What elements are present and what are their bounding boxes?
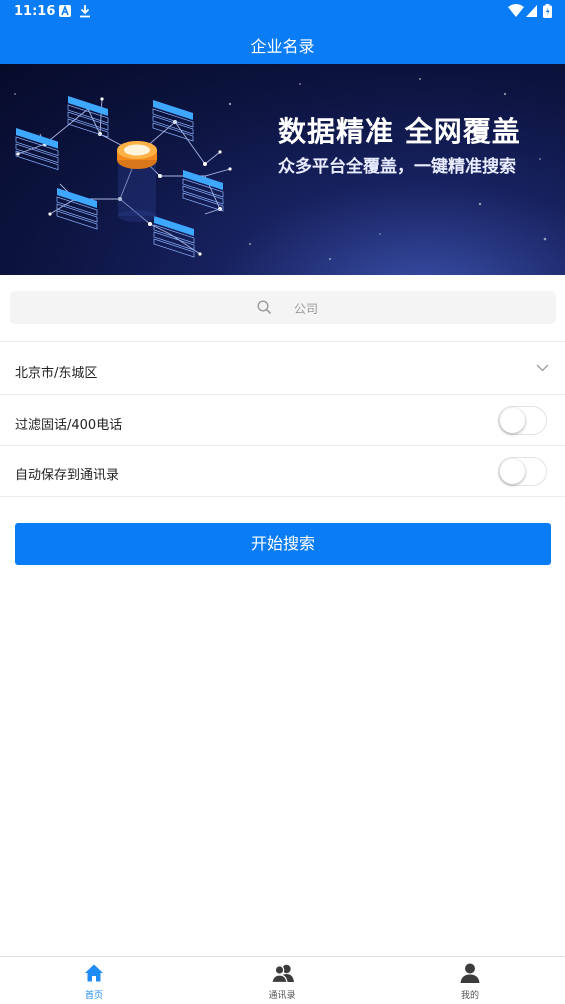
autosave-contacts-toggle[interactable] [498, 457, 547, 486]
app-notification-icon [59, 4, 71, 17]
divider [0, 496, 565, 497]
filter-landline-row: 过滤固话/400电话 [0, 395, 565, 445]
tab-contacts-label: 通讯录 [268, 991, 296, 1001]
chevron-down-icon [536, 364, 549, 372]
filter-landline-toggle[interactable] [498, 406, 547, 435]
search-placeholder: 公司 [294, 302, 319, 316]
search-icon [257, 300, 272, 315]
tab-profile-label: 我的 [460, 991, 479, 1001]
toggle-knob [500, 408, 525, 433]
promo-banner: 数据精准 全网覆盖 众多平台全覆盖，一键精准搜索 [0, 64, 565, 275]
tab-home[interactable]: 首页 [34, 957, 154, 1004]
wifi-icon [508, 4, 524, 17]
toggle-knob [500, 459, 525, 484]
home-icon [85, 964, 103, 982]
status-bar: 11:16 [0, 0, 565, 24]
banner-headline: 数据精准 全网覆盖 [278, 115, 521, 148]
bottom-tab-bar: 首页 通讯录 我的 [0, 956, 565, 1004]
region-selector[interactable]: 北京市/东城区 [0, 342, 565, 394]
region-value: 北京市/东城区 [15, 366, 98, 381]
download-icon [80, 5, 90, 18]
search-input[interactable]: 公司 [10, 291, 556, 324]
signal-icon [526, 5, 537, 17]
person-icon [460, 963, 480, 983]
contacts-icon [272, 964, 294, 983]
battery-icon [543, 4, 552, 18]
tab-profile[interactable]: 我的 [410, 957, 530, 1004]
tab-contacts[interactable]: 通讯录 [222, 957, 342, 1004]
status-time: 11:16 [14, 4, 56, 19]
start-search-button[interactable]: 开始搜索 [15, 523, 551, 565]
tab-home-label: 首页 [84, 991, 103, 1001]
page-title: 企业名录 [250, 37, 315, 56]
banner-subline: 众多平台全覆盖，一键精准搜索 [278, 157, 516, 177]
autosave-contacts-label: 自动保存到通讯录 [15, 468, 120, 483]
autosave-contacts-row: 自动保存到通讯录 [0, 446, 565, 496]
filter-landline-label: 过滤固话/400电话 [15, 418, 123, 433]
app-bar: 企业名录 [0, 24, 565, 64]
